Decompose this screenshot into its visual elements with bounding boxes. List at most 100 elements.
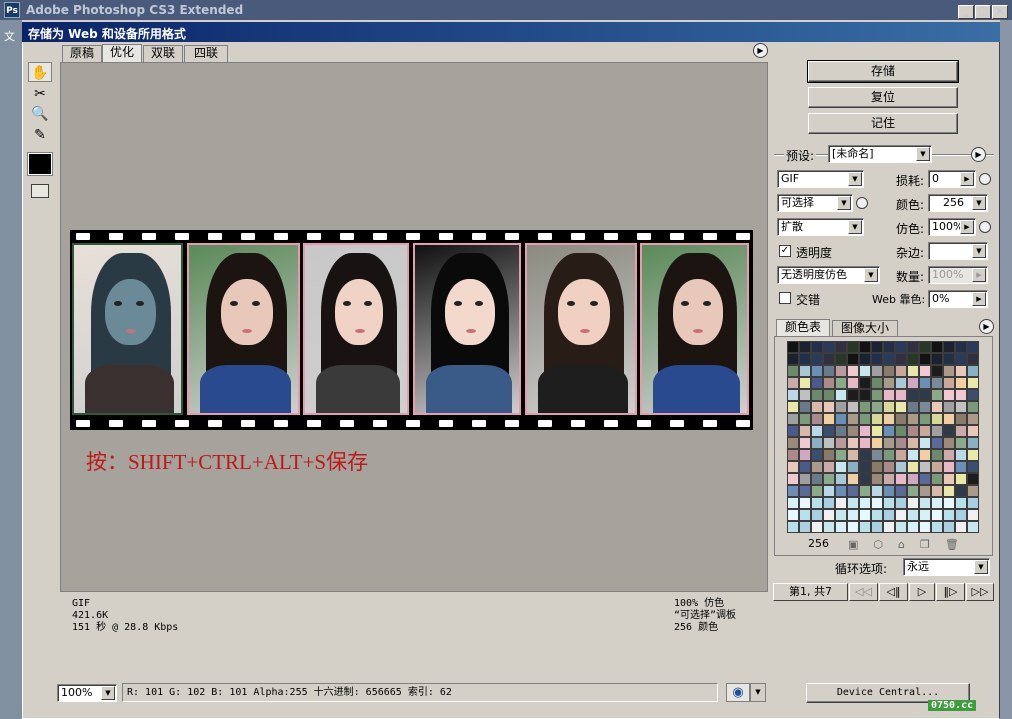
palette-swatch[interactable]: [847, 509, 859, 521]
toggle-slices-icon[interactable]: [31, 184, 49, 198]
palette-swatch[interactable]: [907, 377, 919, 389]
palette-swatch[interactable]: [883, 353, 895, 365]
palette-swatch[interactable]: [787, 365, 799, 377]
tab-4-up[interactable]: 四联: [184, 45, 228, 62]
close-button[interactable]: ×: [992, 5, 1008, 19]
palette-swatch[interactable]: [895, 377, 907, 389]
matte-select[interactable]: ▼: [928, 242, 988, 260]
tab-image-size[interactable]: 图像大小: [832, 320, 898, 336]
palette-swatch[interactable]: [919, 485, 931, 497]
palette-swatch[interactable]: [799, 377, 811, 389]
palette-swatch[interactable]: [799, 425, 811, 437]
new-color-icon[interactable]: ❐: [920, 538, 945, 551]
palette-swatch[interactable]: [943, 341, 955, 353]
palette-swatch[interactable]: [967, 473, 979, 485]
palette-swatch[interactable]: [895, 401, 907, 413]
palette-swatch[interactable]: [847, 353, 859, 365]
palette-swatch[interactable]: [955, 353, 967, 365]
palette-swatch[interactable]: [835, 365, 847, 377]
palette-swatch[interactable]: [847, 401, 859, 413]
palette-swatch[interactable]: [955, 449, 967, 461]
amount-field[interactable]: 100% ▶: [928, 266, 988, 284]
browser-preview-icon[interactable]: ◉: [726, 683, 750, 702]
palette-swatch[interactable]: [799, 341, 811, 353]
palette-swatch[interactable]: [847, 473, 859, 485]
palette-swatch[interactable]: [787, 449, 799, 461]
palette-swatch[interactable]: [883, 473, 895, 485]
palette-swatch[interactable]: [943, 437, 955, 449]
palette-swatch[interactable]: [859, 437, 871, 449]
palette-swatch[interactable]: [907, 353, 919, 365]
palette-swatch[interactable]: [859, 461, 871, 473]
slice-select-tool-icon[interactable]: ✂: [28, 84, 52, 104]
shift-to-web-icon[interactable]: ⬡: [873, 538, 898, 551]
palette-swatch[interactable]: [835, 521, 847, 533]
palette-swatch[interactable]: [931, 461, 943, 473]
palette-swatch[interactable]: [919, 473, 931, 485]
palette-swatch[interactable]: [823, 377, 835, 389]
palette-swatch[interactable]: [835, 461, 847, 473]
palette-swatch[interactable]: [823, 497, 835, 509]
palette-swatch[interactable]: [955, 425, 967, 437]
tab-color-table[interactable]: 颜色表: [776, 319, 830, 336]
palette-swatch[interactable]: [943, 353, 955, 365]
palette-swatch[interactable]: [883, 497, 895, 509]
palette-swatch[interactable]: [859, 497, 871, 509]
palette-swatch[interactable]: [871, 461, 883, 473]
palette-swatch[interactable]: [835, 485, 847, 497]
optimize-menu-icon[interactable]: ▶: [971, 147, 986, 162]
palette-swatch[interactable]: [859, 449, 871, 461]
palette-swatch[interactable]: [787, 389, 799, 401]
palette-swatch[interactable]: [787, 497, 799, 509]
remember-button[interactable]: 记住: [808, 113, 958, 134]
palette-swatch[interactable]: [859, 401, 871, 413]
palette-swatch[interactable]: [907, 521, 919, 533]
palette-swatch[interactable]: [787, 485, 799, 497]
palette-swatch[interactable]: [859, 365, 871, 377]
palette-swatch[interactable]: [787, 509, 799, 521]
palette-swatch[interactable]: [943, 377, 955, 389]
palette-swatch[interactable]: [931, 401, 943, 413]
palette-swatch[interactable]: [823, 437, 835, 449]
palette-swatch[interactable]: [847, 425, 859, 437]
palette-swatch[interactable]: [943, 473, 955, 485]
palette-swatch[interactable]: [955, 377, 967, 389]
palette-swatch[interactable]: [823, 449, 835, 461]
palette-swatch[interactable]: [895, 497, 907, 509]
palette-swatch[interactable]: [871, 497, 883, 509]
palette-swatch[interactable]: [931, 449, 943, 461]
palette-swatch[interactable]: [895, 365, 907, 377]
palette-swatch[interactable]: [931, 413, 943, 425]
palette-swatch[interactable]: [799, 389, 811, 401]
palette-swatch[interactable]: [787, 437, 799, 449]
palette-swatch[interactable]: [847, 413, 859, 425]
lossy-field[interactable]: 0 ▶: [928, 170, 976, 188]
palette-swatch[interactable]: [835, 473, 847, 485]
palette-swatch[interactable]: [871, 353, 883, 365]
palette-swatch[interactable]: [799, 509, 811, 521]
palette-swatch[interactable]: [967, 425, 979, 437]
palette-swatch[interactable]: [811, 413, 823, 425]
palette-swatch[interactable]: [883, 341, 895, 353]
palette-swatch[interactable]: [799, 461, 811, 473]
palette-swatch[interactable]: [871, 365, 883, 377]
menu-file[interactable]: 文: [4, 28, 15, 44]
palette-swatch[interactable]: [883, 401, 895, 413]
palette-swatch[interactable]: [931, 473, 943, 485]
palette-swatch[interactable]: [943, 449, 955, 461]
palette-swatch[interactable]: [835, 377, 847, 389]
save-button[interactable]: 存储: [807, 60, 959, 83]
palette-swatch[interactable]: [907, 401, 919, 413]
palette-swatch[interactable]: [823, 401, 835, 413]
palette-swatch[interactable]: [943, 365, 955, 377]
palette-swatch[interactable]: [967, 341, 979, 353]
palette-swatch[interactable]: [895, 473, 907, 485]
palette-swatch[interactable]: [799, 449, 811, 461]
first-frame-button[interactable]: ◁◁: [849, 583, 878, 601]
dither-mask-icon[interactable]: [979, 221, 991, 233]
palette-swatch[interactable]: [871, 437, 883, 449]
palette-swatch[interactable]: [835, 401, 847, 413]
reset-button[interactable]: 复位: [808, 87, 958, 108]
palette-swatch[interactable]: [931, 389, 943, 401]
palette-swatch[interactable]: [847, 437, 859, 449]
